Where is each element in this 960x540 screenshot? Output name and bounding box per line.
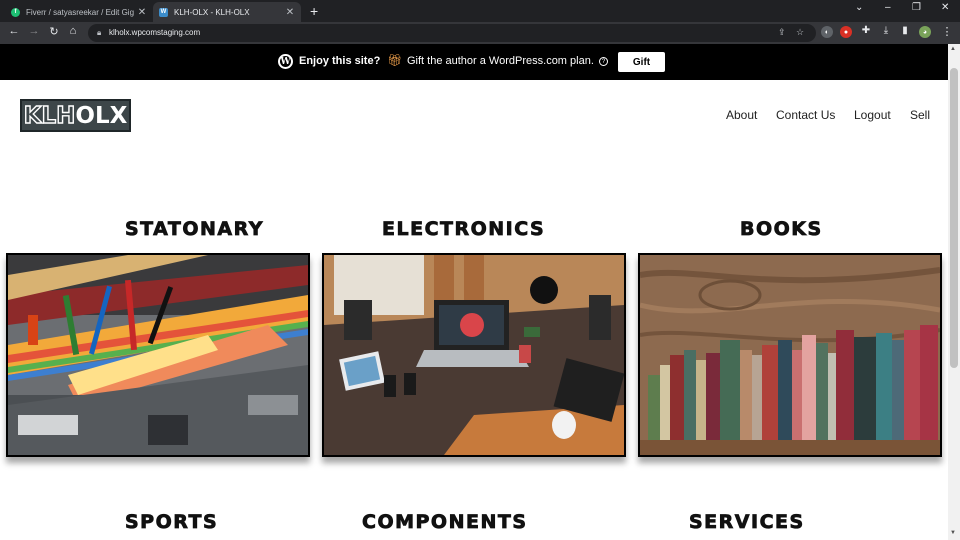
category-title-electronics[interactable]: ELECTRONICS: [382, 218, 545, 241]
scroll-down-icon[interactable]: ▼: [950, 530, 956, 536]
reload-icon[interactable]: ↻: [47, 25, 61, 38]
wordpress-gift-banner: W Enjoy this site? 🎁︎ Gift the author a …: [0, 44, 948, 80]
browser-tab-bar: f Fiverr / satyasreekar / Edit Gig ✕ W K…: [0, 0, 960, 22]
site-logo[interactable]: KLHOLX: [20, 99, 131, 132]
scroll-up-icon[interactable]: ▲: [950, 46, 956, 52]
back-icon[interactable]: ←: [7, 25, 21, 37]
books-image[interactable]: [638, 253, 942, 457]
category-title-services[interactable]: SERVICES: [689, 511, 805, 534]
home-icon[interactable]: ⌂: [66, 25, 80, 37]
bookmark-star-icon[interactable]: ☆: [796, 27, 804, 38]
category-title-books[interactable]: BOOKS: [740, 218, 823, 241]
url-text: klholx.wpcomstaging.com: [109, 28, 201, 37]
logo-text-olx: OLX: [75, 102, 128, 129]
close-tab-icon[interactable]: ✕: [137, 7, 147, 18]
stationery-image[interactable]: [6, 253, 310, 457]
page-scrollbar[interactable]: ▲ ▼: [948, 44, 960, 540]
banner-enjoy-text: Enjoy this site?: [299, 55, 381, 67]
lock-icon: 🔒︎: [97, 28, 102, 37]
wordpress-favicon-icon: W: [159, 7, 168, 17]
tab-klh-olx[interactable]: W KLH-OLX - KLH-OLX ✕: [153, 2, 301, 22]
forward-icon[interactable]: →: [27, 25, 41, 37]
tab-search-icon[interactable]: ⌄: [855, 2, 863, 13]
category-title-statonary[interactable]: STATONARY: [125, 218, 264, 241]
fiverr-favicon-icon: f: [11, 7, 20, 17]
nav-contact-us[interactable]: Contact Us: [776, 108, 835, 122]
tab-title: Fiverr / satyasreekar / Edit Gig: [26, 7, 135, 17]
logo-text-klh: KLH: [23, 102, 76, 129]
download-icon[interactable]: ⤓: [879, 25, 893, 36]
minimize-icon[interactable]: –: [885, 2, 891, 13]
tab-title: KLH-OLX - KLH-OLX: [174, 7, 250, 17]
electronics-image[interactable]: [322, 253, 626, 457]
help-icon[interactable]: ?: [599, 57, 608, 66]
category-title-components[interactable]: COMPONENTS: [362, 511, 528, 534]
wordpress-logo-icon: W: [278, 54, 293, 69]
new-tab-icon[interactable]: +: [310, 3, 318, 19]
gift-button[interactable]: Gift: [618, 52, 665, 72]
menu-kebab-icon[interactable]: ⋮: [940, 25, 954, 38]
restore-icon[interactable]: ❐: [912, 2, 921, 13]
scroll-thumb[interactable]: [950, 68, 958, 368]
tab-fiverr[interactable]: f Fiverr / satyasreekar / Edit Gig ✕: [5, 2, 153, 22]
close-window-icon[interactable]: ✕: [941, 2, 949, 13]
address-bar[interactable]: 🔒︎ klholx.wpcomstaging.com ⇪ ☆: [88, 24, 816, 42]
profile-avatar-icon[interactable]: ◕: [919, 26, 931, 38]
share-icon[interactable]: ⇪: [778, 27, 786, 38]
banner-gift-text: Gift the author a WordPress.com plan.: [407, 55, 594, 67]
extension-shield-icon[interactable]: ●: [840, 26, 852, 38]
extension-icon[interactable]: ◐: [821, 26, 833, 38]
category-title-sports[interactable]: SPORTS: [125, 511, 218, 534]
nav-sell[interactable]: Sell: [910, 108, 930, 122]
close-tab-icon[interactable]: ✕: [285, 7, 295, 18]
gift-icon: 🎁︎: [387, 53, 403, 67]
nav-logout[interactable]: Logout: [854, 108, 891, 122]
side-panel-icon[interactable]: ▮: [898, 25, 912, 36]
nav-about[interactable]: About: [726, 108, 757, 122]
browser-toolbar: ← → ↻ ⌂ 🔒︎ klholx.wpcomstaging.com ⇪ ☆ ◐…: [0, 22, 960, 44]
extensions-puzzle-icon[interactable]: ✚: [859, 25, 873, 36]
